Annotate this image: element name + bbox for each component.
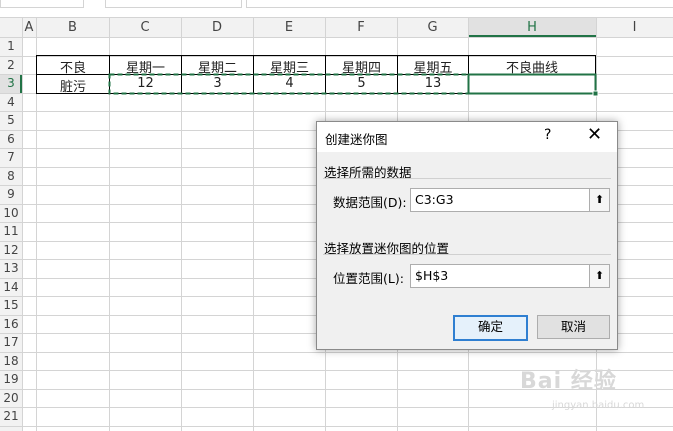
row-header-8[interactable]: 8 [0,169,22,183]
create-sparklines-dialog: 创建迷你图 ? ✕ 选择所需的数据 数据范围(D): C3:G3 ⬆ 选择放置迷… [316,121,618,350]
row-header-12[interactable]: 12 [0,243,22,257]
data-range-label: 数据范围(D): [333,195,407,210]
cell-g2[interactable]: 星期五 [398,57,468,76]
column-header-h[interactable]: H [468,18,596,37]
row-header-1[interactable]: 1 [0,39,22,53]
cell-d3[interactable]: 3 [182,76,253,91]
cell-c2[interactable]: 星期一 [110,57,181,76]
column-header-c[interactable]: C [109,18,181,37]
dialog-titlebar[interactable]: 创建迷你图 ? ✕ [317,122,617,152]
ok-button[interactable]: 确定 [453,315,528,341]
column-header-d[interactable]: D [181,18,253,37]
section-divider [323,254,611,255]
cancel-button[interactable]: 取消 [537,315,610,339]
watermark-url: jingyan.baidu.com [552,400,645,411]
row-header-4[interactable]: 4 [0,95,22,109]
location-range-value: $H$3 [415,268,449,283]
column-header-g[interactable]: G [397,18,468,37]
row-header-11[interactable]: 11 [0,224,22,238]
watermark-logo: Bai 经验 [520,369,617,394]
cell-d2[interactable]: 星期二 [182,57,253,76]
fill-handle [592,90,599,97]
active-cell-border [467,73,597,95]
location-range-input[interactable]: $H$3 ⬆ [410,264,610,288]
cell-c3[interactable]: 12 [110,76,181,91]
row-header-3[interactable]: 3 [0,76,22,90]
collapse-location-range-icon[interactable]: ⬆ [589,265,609,287]
cell-f2[interactable]: 星期四 [326,57,397,76]
column-header-a[interactable]: A [22,18,36,37]
cell-b2[interactable]: 不良 [37,57,109,76]
section-divider [323,178,611,179]
cell-h2[interactable]: 不良曲线 [469,57,595,76]
row-header-6[interactable]: 6 [0,132,22,146]
row-header-21[interactable]: 21 [0,409,22,423]
row-header-2[interactable]: 2 [0,58,22,72]
row-header-15[interactable]: 15 [0,298,22,312]
row-header-13[interactable]: 13 [0,261,22,275]
column-header-f[interactable]: F [325,18,397,37]
location-range-label: 位置范围(L): [333,271,404,286]
dialog-title: 创建迷你图 [325,132,388,147]
row-header-10[interactable]: 10 [0,206,22,220]
row-header-19[interactable]: 19 [0,372,22,386]
row-header-16[interactable]: 16 [0,317,22,331]
cell-b3[interactable]: 脏污 [37,76,109,95]
row-header-18[interactable]: 18 [0,354,22,368]
data-range-value: C3:G3 [415,192,454,207]
data-range-input[interactable]: C3:G3 ⬆ [410,188,610,212]
cell-f3[interactable]: 5 [326,76,397,91]
close-icon[interactable]: ✕ [587,124,602,145]
column-header-e[interactable]: E [253,18,325,37]
row-header-20[interactable]: 20 [0,391,22,405]
help-icon[interactable]: ? [544,127,551,143]
cell-e2[interactable]: 星期三 [254,57,325,76]
column-header-i[interactable]: I [596,18,673,37]
row-header-17[interactable]: 17 [0,335,22,349]
column-header-b[interactable]: B [36,18,109,37]
row-header-5[interactable]: 5 [0,113,22,127]
cell-e3[interactable]: 4 [254,76,325,91]
cell-g3[interactable]: 13 [398,76,468,91]
row-header-14[interactable]: 14 [0,280,22,294]
collapse-data-range-icon[interactable]: ⬆ [589,189,609,211]
row-header-7[interactable]: 7 [0,150,22,164]
row-header-9[interactable]: 9 [0,187,22,201]
